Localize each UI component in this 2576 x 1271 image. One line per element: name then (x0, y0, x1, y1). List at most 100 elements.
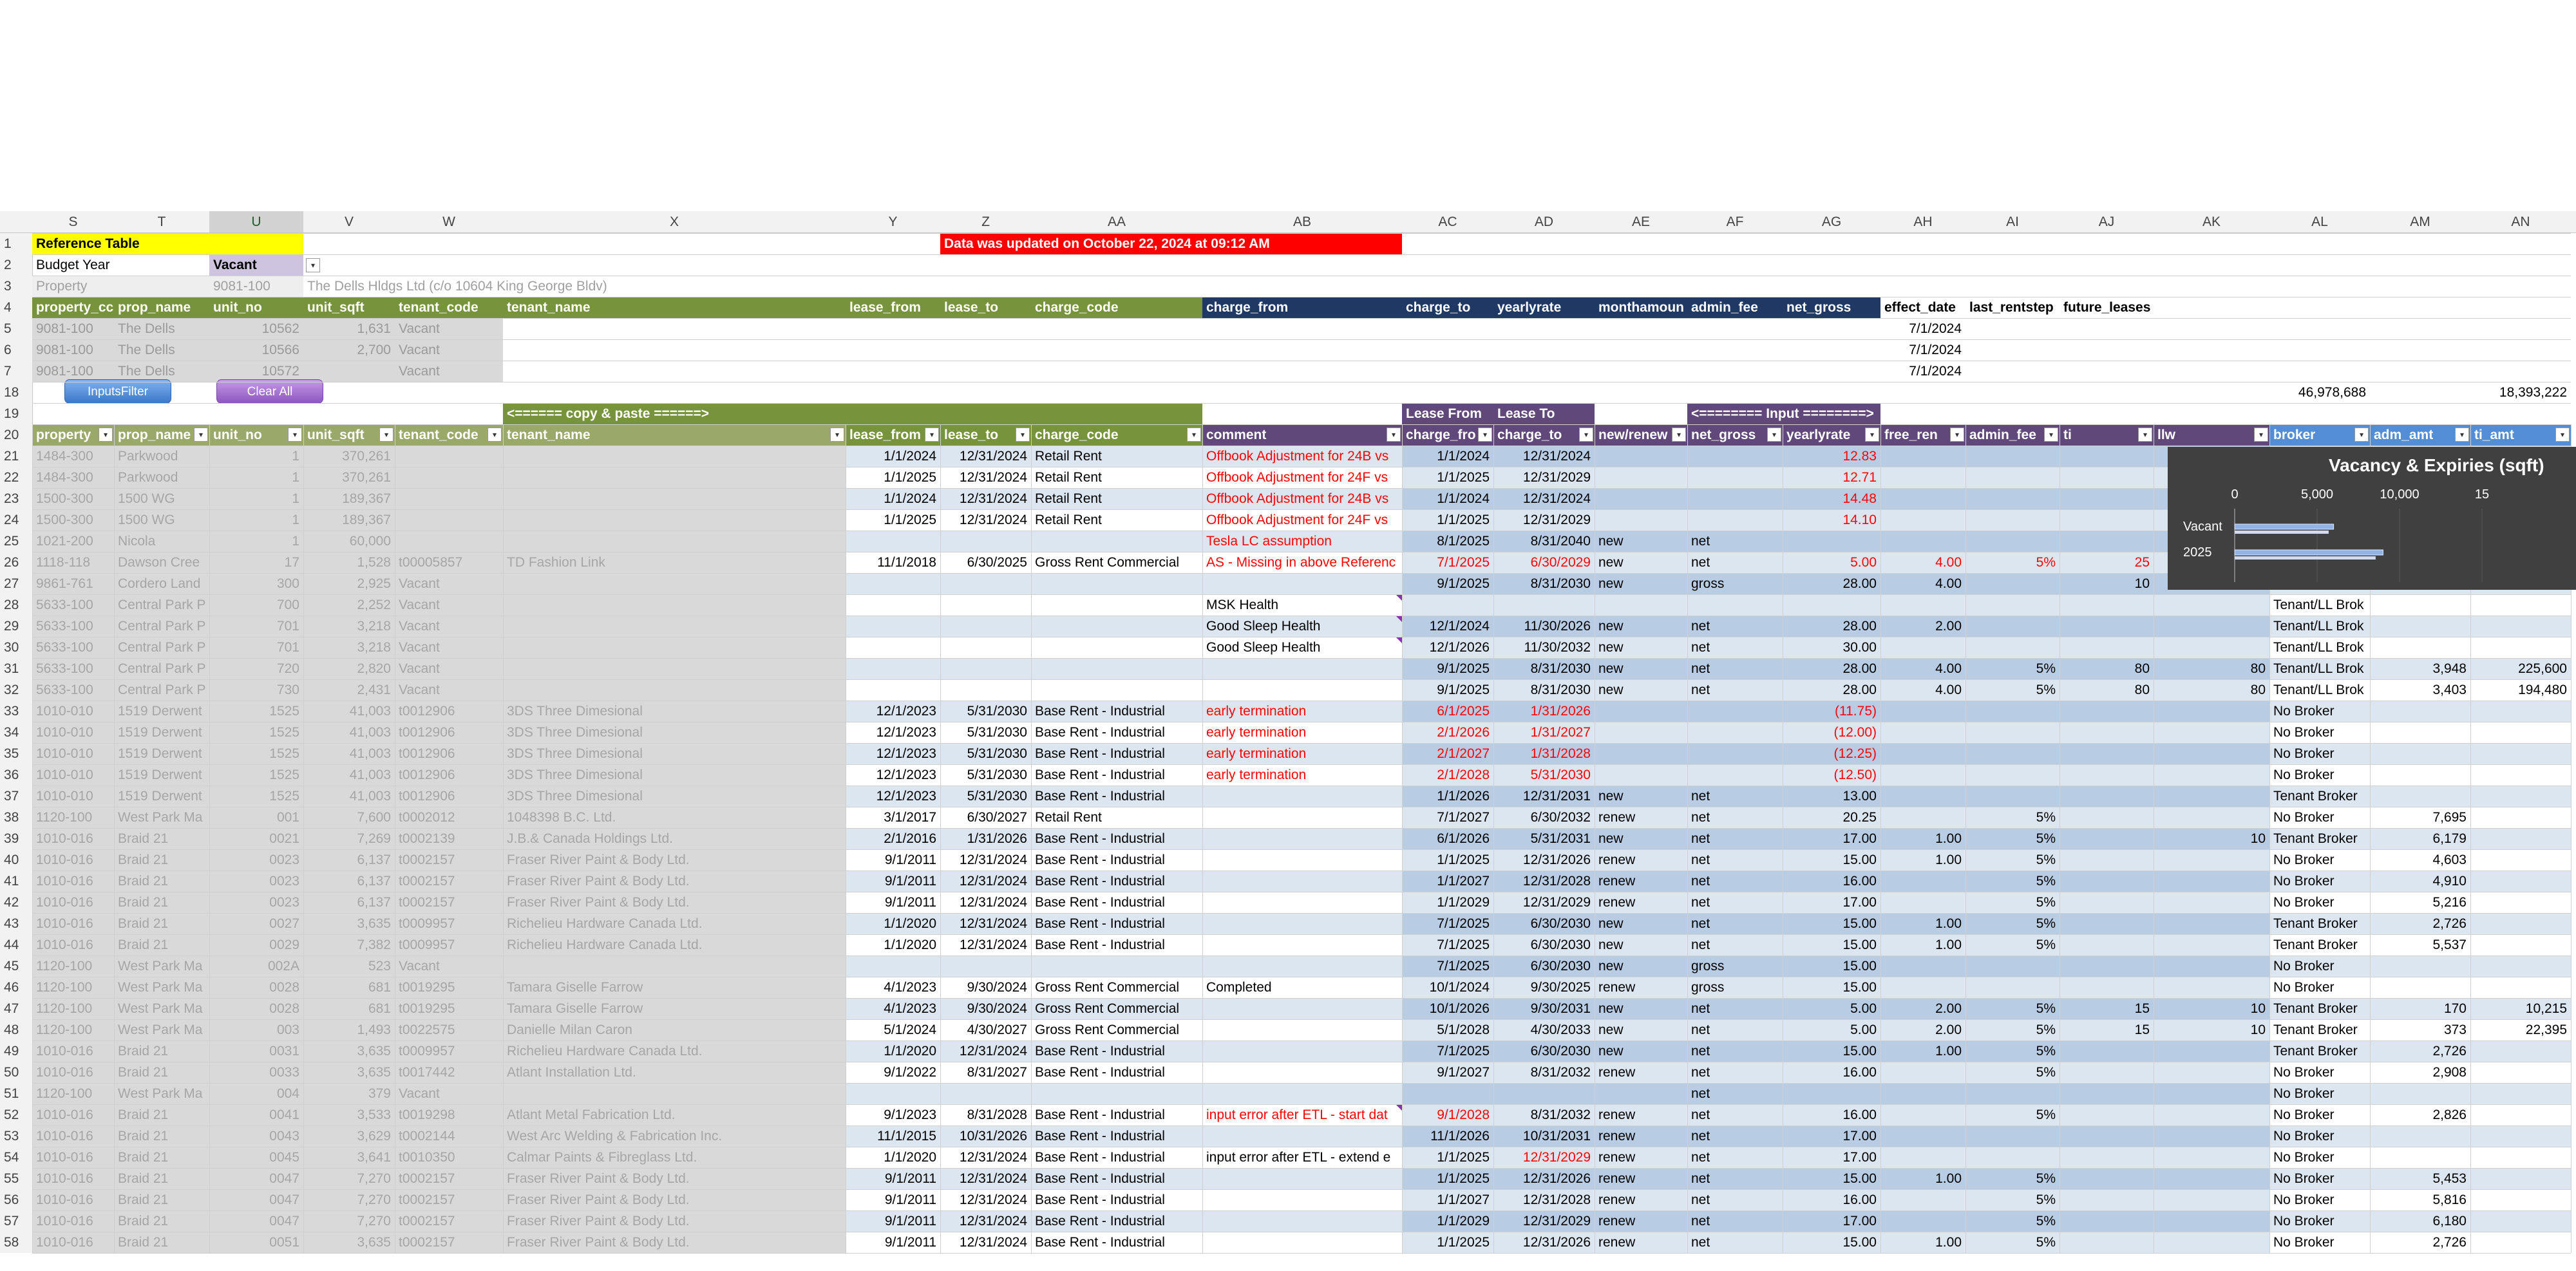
row-number[interactable]: 52 (0, 1104, 32, 1125)
data-cell-yearlyrate[interactable]: 17.00 (1783, 1125, 1880, 1147)
data-cell-net-gross[interactable]: net (1687, 934, 1783, 956)
data-cell-prop-name[interactable]: Braid 21 (114, 1168, 209, 1189)
data-cell-charge-fro[interactable]: 6/1/2025 (1402, 701, 1493, 722)
data-cell-broker[interactable]: No Broker (2269, 849, 2370, 871)
column-header-ab[interactable]: AB (1202, 211, 1402, 232)
column-header-am[interactable]: AM (2370, 211, 2470, 232)
inputs-filter-button[interactable]: InputsFilter (64, 379, 171, 404)
data-cell-net-gross[interactable]: net (1687, 871, 1783, 892)
data-cell-ti[interactable] (2060, 807, 2154, 828)
data-cell-prop-name[interactable]: West Park Ma (114, 1019, 209, 1040)
data-cell-lease-from[interactable] (846, 956, 940, 977)
data-cell-tenant-code[interactable] (395, 509, 503, 531)
data-cell-charge-to[interactable]: 12/31/2029 (1493, 1210, 1595, 1232)
row-number[interactable]: 21 (0, 446, 32, 467)
data-cell-ti-amt[interactable] (2470, 934, 2571, 956)
data-cell-property[interactable]: 1120-100 (32, 956, 114, 977)
data-cell-comment[interactable] (1202, 828, 1402, 849)
ref-unit-no[interactable]: 10562 (209, 318, 303, 339)
data-cell-charge-code[interactable] (1031, 679, 1202, 701)
data-cell-property[interactable]: 1010-016 (32, 1210, 114, 1232)
ref-unit-sqft[interactable]: 2,700 (303, 339, 395, 361)
data-cell-prop-name[interactable]: Central Park P (114, 679, 209, 701)
data-cell-new-renew[interactable]: new (1595, 573, 1687, 594)
lease-to-banner[interactable]: Lease To (1493, 403, 1595, 424)
data-cell-yearlyrate[interactable]: 15.00 (1783, 1168, 1880, 1189)
row-number[interactable]: 5 (0, 318, 32, 339)
vacancy-expiries-chart[interactable]: Vacancy & Expiries (sqft) 0 5,000 10,000 15 V… (2168, 447, 2576, 590)
data-cell-llw[interactable] (2154, 934, 2269, 956)
data-cell-charge-code[interactable]: Base Rent - Industrial (1031, 701, 1202, 722)
data-cell-charge-to[interactable]: 12/31/2026 (1493, 1232, 1595, 1253)
data-cell-lease-from[interactable]: 9/1/2011 (846, 871, 940, 892)
data-cell-tenant-name[interactable]: Calmar Paints & Fibreglass Ltd. (503, 1147, 846, 1168)
data-cell-lease-from[interactable] (846, 637, 940, 658)
data-cell-unit-no[interactable]: 701 (209, 616, 303, 637)
data-cell-broker[interactable]: Tenant/LL Brok (2269, 637, 2370, 658)
data-cell-unit-no[interactable]: 730 (209, 679, 303, 701)
data-cell-free-ren[interactable]: 4.00 (1880, 552, 1965, 573)
data-cell-free-ren[interactable]: 1.00 (1880, 1040, 1965, 1062)
ref-tenant-code[interactable]: Vacant (395, 361, 503, 382)
column-header-u[interactable]: U (209, 211, 303, 232)
data-cell-ti[interactable] (2060, 1232, 2154, 1253)
data-cell-tenant-name[interactable]: Fraser River Paint & Body Ltd. (503, 1168, 846, 1189)
data-cell-property[interactable]: 1010-010 (32, 786, 114, 807)
data-cell-free-ren[interactable] (1880, 1083, 1965, 1104)
data-cell-prop-name[interactable]: 1519 Derwent (114, 786, 209, 807)
data-cell-tenant-name[interactable] (503, 637, 846, 658)
data-cell-net-gross[interactable]: net (1687, 637, 1783, 658)
data-cell-charge-code[interactable]: Base Rent - Industrial (1031, 1040, 1202, 1062)
data-cell-lease-from[interactable]: 12/1/2023 (846, 701, 940, 722)
data-cell-admin-fee[interactable] (1965, 764, 2060, 786)
data-cell-tenant-code[interactable]: t0012906 (395, 722, 503, 743)
data-cell-charge-fro[interactable]: 9/1/2025 (1402, 679, 1493, 701)
data-cell-admin-fee[interactable] (1965, 467, 2060, 488)
data-cell-lease-from[interactable]: 9/1/2022 (846, 1062, 940, 1083)
data-cell-charge-fro[interactable]: 2/1/2026 (1402, 722, 1493, 743)
data-cell-broker[interactable]: No Broker (2269, 1083, 2370, 1104)
data-cell-charge-code[interactable]: Base Rent - Industrial (1031, 892, 1202, 913)
data-cell-prop-name[interactable]: West Park Ma (114, 807, 209, 828)
data-cell-property[interactable]: 1010-016 (32, 1104, 114, 1125)
data-cell-adm-amt[interactable]: 6,180 (2370, 1210, 2470, 1232)
data-cell-yearlyrate[interactable]: 28.00 (1783, 679, 1880, 701)
data-cell-ti[interactable] (2060, 828, 2154, 849)
row-number[interactable]: 48 (0, 1019, 32, 1040)
data-cell-admin-fee[interactable] (1965, 743, 2060, 764)
column-header-al[interactable]: AL (2269, 211, 2370, 232)
data-cell-broker[interactable]: No Broker (2269, 1232, 2370, 1253)
data-cell-charge-code[interactable] (1031, 1083, 1202, 1104)
data-cell-broker[interactable]: Tenant Broker (2269, 913, 2370, 934)
row-number[interactable]: 22 (0, 467, 32, 488)
data-cell-adm-amt[interactable]: 5,453 (2370, 1168, 2470, 1189)
data-cell-net-gross[interactable]: net (1687, 1147, 1783, 1168)
data-cell-charge-fro[interactable]: 2/1/2028 (1402, 764, 1493, 786)
data-cell-charge-fro[interactable]: 7/1/2025 (1402, 913, 1493, 934)
data-cell-charge-code[interactable]: Gross Rent Commercial (1031, 1019, 1202, 1040)
data-cell-broker[interactable]: No Broker (2269, 701, 2370, 722)
data-cell-tenant-code[interactable]: t0002157 (395, 1168, 503, 1189)
data-cell-lease-to[interactable] (940, 594, 1031, 616)
data-cell-yearlyrate[interactable]: 15.00 (1783, 913, 1880, 934)
data-cell-admin-fee[interactable] (1965, 573, 2060, 594)
data-cell-free-ren[interactable] (1880, 637, 1965, 658)
data-cell-lease-to[interactable] (940, 616, 1031, 637)
data-cell-unit-sqft[interactable]: 189,367 (303, 509, 395, 531)
data-cell-new-renew[interactable]: new (1595, 531, 1687, 552)
data-cell-broker[interactable]: No Broker (2269, 1147, 2370, 1168)
data-cell-lease-to[interactable]: 12/31/2024 (940, 1168, 1031, 1189)
data-cell-admin-fee[interactable]: 5% (1965, 1189, 2060, 1210)
data-cell-yearlyrate[interactable]: 15.00 (1783, 934, 1880, 956)
filter-header-tenant-name[interactable]: tenant_name (503, 424, 846, 446)
header-unit-no[interactable]: unit_no (209, 297, 303, 318)
data-cell-prop-name[interactable]: 1519 Derwent (114, 722, 209, 743)
filter-dropdown-icon[interactable]: ▾ (1387, 428, 1401, 442)
data-cell-unit-no[interactable]: 0047 (209, 1168, 303, 1189)
data-cell-charge-to[interactable]: 1/31/2028 (1493, 743, 1595, 764)
data-cell-admin-fee[interactable] (1965, 446, 2060, 467)
data-cell-admin-fee[interactable]: 5% (1965, 998, 2060, 1019)
data-cell-tenant-code[interactable]: Vacant (395, 594, 503, 616)
data-cell-ti-amt[interactable] (2470, 1232, 2571, 1253)
data-cell-ti[interactable] (2060, 1189, 2154, 1210)
